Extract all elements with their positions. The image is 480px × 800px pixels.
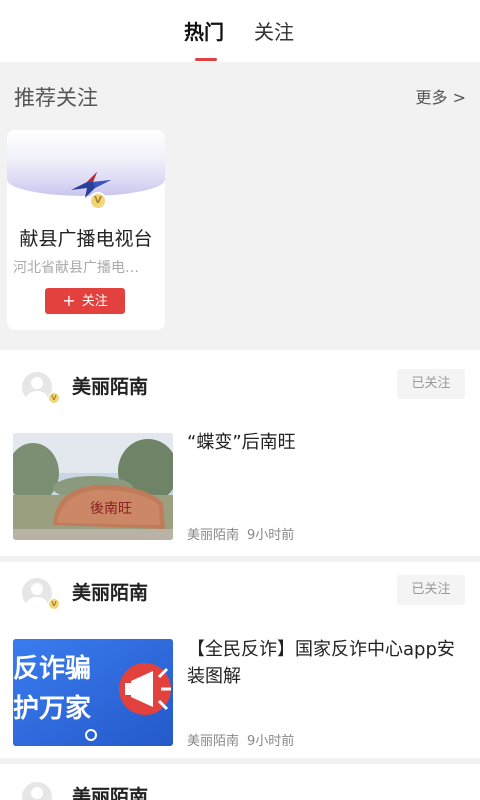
active-tab-indicator bbox=[195, 58, 217, 61]
card-description: 河北省献县广播电… bbox=[13, 260, 139, 276]
post-time: 9小时前 bbox=[247, 734, 295, 749]
plus-icon: + bbox=[62, 291, 76, 310]
post-item[interactable]: 美丽陌南 bbox=[0, 764, 480, 800]
post-item[interactable]: V 美丽陌南 已关注 後南旺 “蝶变”后南旺 美丽陌南 9小时前 bbox=[0, 350, 480, 556]
followed-button[interactable]: 已关注 bbox=[397, 575, 465, 605]
verified-badge-icon: V bbox=[89, 192, 107, 210]
recommend-title: 推荐关注 bbox=[14, 86, 98, 110]
author-name[interactable]: 美丽陌南 bbox=[72, 782, 148, 800]
tab-follow[interactable]: 关注 bbox=[254, 16, 294, 45]
author-name[interactable]: 美丽陌南 bbox=[72, 578, 148, 605]
post-item[interactable]: V 美丽陌南 已关注 反诈骗 护万家 【全民反诈】国家反诈中心app安装图解 美… bbox=[0, 562, 480, 762]
card-name: 献县广播电视台 bbox=[19, 228, 153, 250]
post-source: 美丽陌南 bbox=[187, 734, 240, 749]
follow-button[interactable]: + 关注 bbox=[45, 288, 125, 314]
author-name[interactable]: 美丽陌南 bbox=[72, 372, 148, 399]
feed: V 美丽陌南 已关注 後南旺 “蝶变”后南旺 美丽陌南 9小时前 V 美丽陌南 … bbox=[0, 350, 480, 800]
post-thumbnail[interactable]: 後南旺 bbox=[13, 433, 173, 540]
avatar[interactable] bbox=[22, 782, 52, 800]
top-tab-bar: 热门 关注 bbox=[0, 0, 480, 62]
post-title[interactable]: “蝶变”后南旺 bbox=[187, 429, 467, 456]
post-meta: 美丽陌南 9小时前 bbox=[187, 730, 302, 749]
post-thumbnail[interactable]: 反诈骗 护万家 bbox=[13, 639, 173, 746]
recommend-card[interactable]: V 献县广播电视台 河北省献县广播电… + 关注 bbox=[7, 130, 165, 330]
post-meta: 美丽陌南 9小时前 bbox=[187, 524, 302, 543]
more-link[interactable]: 更多 > bbox=[416, 84, 467, 108]
thumbnail-text-line2: 护万家 bbox=[13, 693, 91, 724]
post-title[interactable]: 【全民反诈】国家反诈中心app安装图解 bbox=[187, 636, 467, 690]
verified-badge-icon: V bbox=[48, 598, 60, 610]
follow-button-label: 关注 bbox=[81, 294, 108, 309]
verified-badge-icon: V bbox=[48, 392, 60, 404]
thumbnail-text-line1: 反诈骗 bbox=[13, 653, 91, 684]
stone-inscription: 後南旺 bbox=[90, 501, 132, 517]
post-time: 9小时前 bbox=[247, 528, 295, 543]
recommend-section: 推荐关注 更多 > V 献县广播电视台 河北省献县广播电… + 关注 bbox=[0, 62, 480, 344]
followed-button[interactable]: 已关注 bbox=[397, 369, 465, 399]
post-source: 美丽陌南 bbox=[187, 528, 240, 543]
tab-hot[interactable]: 热门 bbox=[184, 16, 224, 45]
